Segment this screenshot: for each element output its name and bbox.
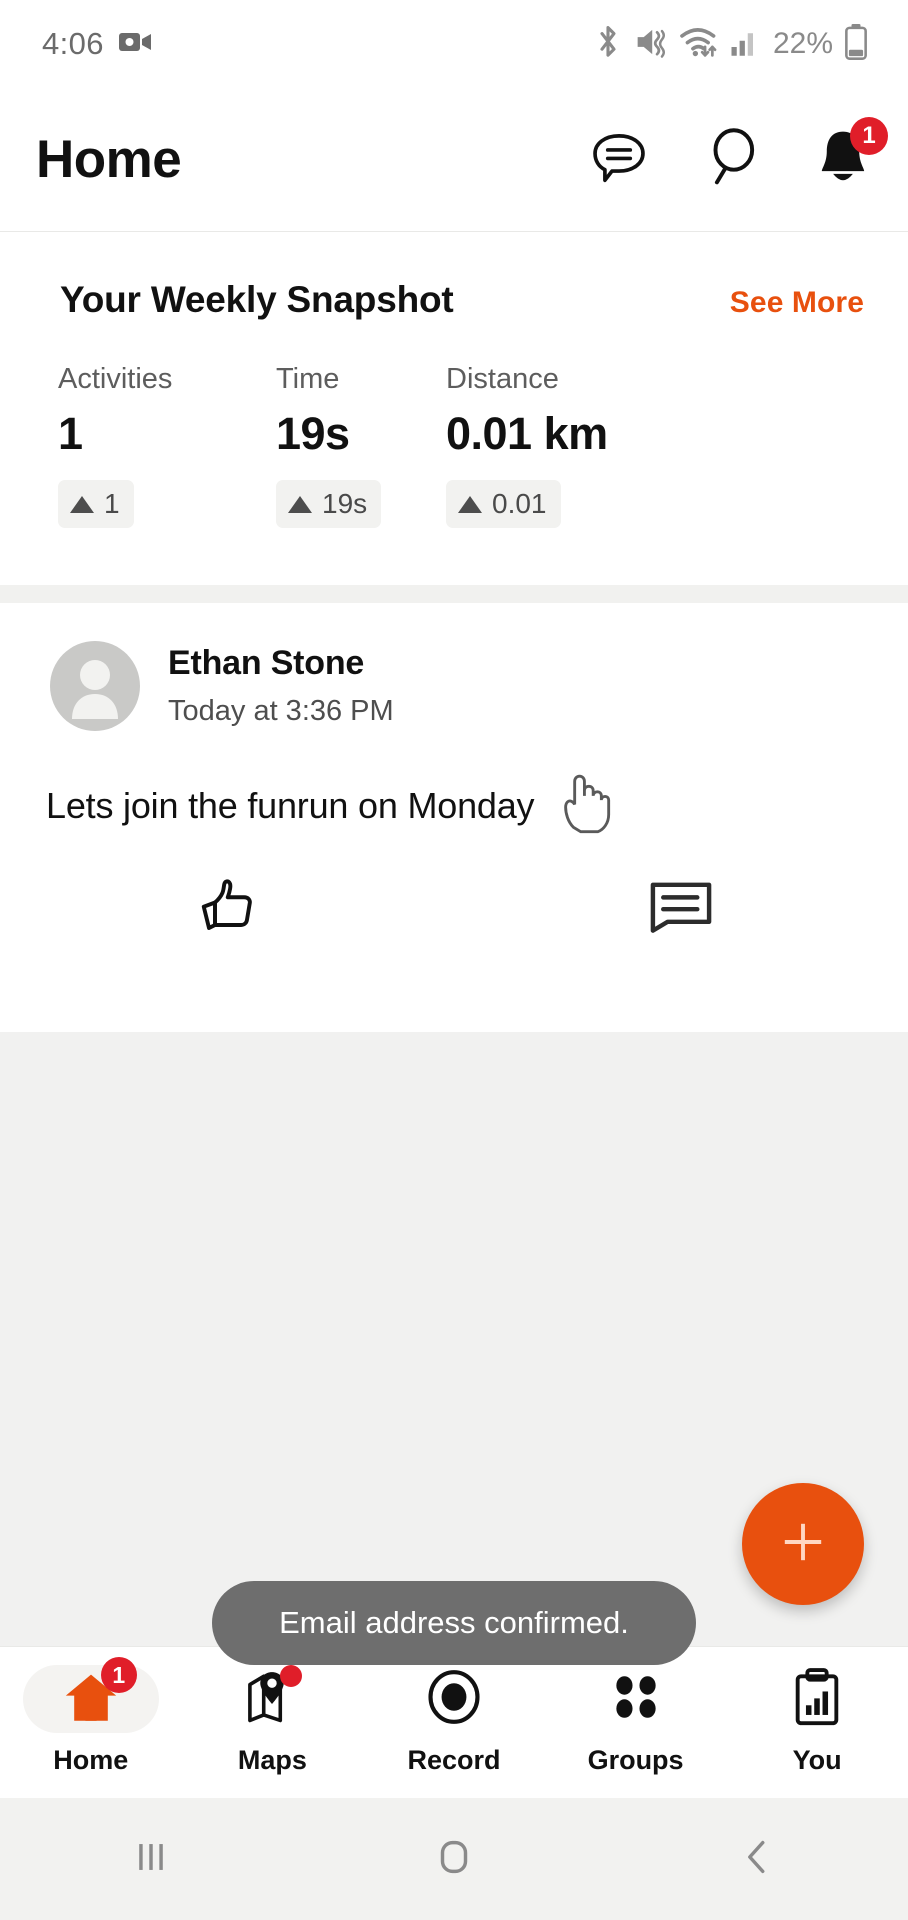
trend-up-icon — [70, 495, 94, 513]
search-button[interactable] — [700, 126, 762, 193]
nav-label: Home — [53, 1745, 129, 1775]
comment-icon — [647, 877, 715, 942]
battery-percent-label: 22% — [772, 27, 833, 60]
section-divider — [0, 585, 908, 603]
nav-label: You — [792, 1745, 842, 1775]
stat-time: Time 19s 19s — [276, 363, 446, 528]
comment-button[interactable] — [454, 867, 908, 951]
stat-value: 19s — [276, 408, 350, 459]
nav-item-maps[interactable]: Maps — [182, 1647, 364, 1776]
stat-delta-value: 1 — [104, 488, 120, 519]
nav-label: Record — [407, 1745, 501, 1775]
back-button[interactable] — [605, 1834, 908, 1885]
toast-message: Email address confirmed. — [212, 1581, 696, 1665]
battery-icon — [844, 23, 868, 65]
nav-icon-container — [749, 1665, 885, 1733]
video-camera-icon — [118, 29, 152, 60]
cellular-signal-icon — [730, 27, 758, 62]
stat-label: Distance — [446, 363, 559, 395]
bottom-navigation: 1 Home Maps Record Groups You — [0, 1646, 908, 1798]
nav-icon-container — [386, 1665, 522, 1733]
post-timestamp: Today at 3:36 PM — [168, 695, 394, 727]
stat-value: 1 — [58, 408, 83, 459]
snapshot-title: Your Weekly Snapshot — [60, 279, 454, 320]
page-title: Home — [36, 130, 182, 189]
see-more-link[interactable]: See More — [730, 286, 864, 320]
stat-activities: Activities 1 1 — [58, 363, 276, 528]
nav-icon-container: 1 — [22, 1657, 159, 1733]
nav-item-record[interactable]: Record — [363, 1647, 545, 1776]
stat-delta-chip: 1 — [58, 480, 134, 528]
header-actions: 1 — [588, 88, 888, 231]
stat-delta-chip: 0.01 — [446, 480, 561, 528]
record-circle-icon — [424, 1668, 484, 1731]
status-bar-clock: 4:06 — [42, 26, 104, 61]
nav-item-groups[interactable]: Groups — [545, 1647, 727, 1776]
bluetooth-icon — [593, 24, 623, 65]
clipboard-chart-icon — [790, 1667, 844, 1731]
stat-value: 0.01 km — [446, 408, 608, 459]
back-chevron-icon — [734, 1834, 780, 1885]
home-button[interactable] — [303, 1834, 606, 1885]
status-bar-left: 4:06 — [42, 26, 152, 62]
post-header: Ethan Stone Today at 3:36 PM — [0, 603, 908, 731]
status-bar-right: 22% — [593, 0, 868, 88]
home-square-icon — [431, 1834, 477, 1885]
stat-delta-value: 19s — [322, 488, 368, 519]
add-activity-fab[interactable] — [742, 1483, 864, 1605]
groups-dots-icon — [607, 1671, 665, 1728]
weekly-snapshot-card: Your Weekly Snapshot See More Activities… — [0, 233, 908, 582]
recents-button[interactable] — [0, 1834, 303, 1885]
wifi-icon — [679, 25, 719, 64]
status-bar: 4:06 22% — [0, 0, 908, 88]
stat-delta-value: 0.01 — [492, 488, 547, 519]
app-header: Home 1 — [0, 88, 908, 232]
nav-item-you[interactable]: You — [726, 1647, 908, 1776]
nav-icon-container — [204, 1665, 340, 1733]
snapshot-header: Your Weekly Snapshot See More — [0, 233, 908, 321]
snapshot-stats: Activities 1 1 Time 19s 19s Distance 0.0… — [0, 363, 908, 528]
avatar[interactable] — [50, 641, 140, 731]
search-icon — [702, 126, 760, 193]
post-body-text: Lets join the funrun on Monday — [46, 785, 535, 826]
stat-label: Time — [276, 363, 340, 395]
nav-label: Groups — [587, 1745, 684, 1775]
trend-up-icon — [458, 495, 482, 513]
phone-screen: 4:06 22% Home 1 Your Weekly Snapshot See… — [0, 0, 908, 1920]
toast-text: Email address confirmed. — [279, 1605, 629, 1640]
post-meta: Ethan Stone Today at 3:36 PM — [168, 644, 394, 728]
notifications-button[interactable]: 1 — [812, 116, 888, 191]
plus-icon — [777, 1516, 829, 1573]
nav-item-home[interactable]: 1 Home — [0, 1647, 182, 1776]
mute-vibrate-icon — [634, 25, 668, 64]
post-actions — [0, 867, 908, 951]
post-author[interactable]: Ethan Stone — [168, 644, 394, 683]
nav-icon-container — [568, 1665, 704, 1733]
chat-button[interactable] — [588, 129, 650, 191]
mouse-cursor-pointer — [556, 770, 614, 841]
stat-distance: Distance 0.01 km 0.01 — [446, 363, 608, 528]
recents-icon — [128, 1834, 174, 1885]
like-button[interactable] — [0, 867, 454, 951]
home-badge: 1 — [100, 1657, 137, 1693]
android-system-nav — [0, 1798, 908, 1920]
notification-badge: 1 — [850, 116, 888, 155]
nav-label: Maps — [237, 1745, 307, 1775]
trend-up-icon — [288, 495, 312, 513]
chat-bubble-icon — [588, 126, 650, 193]
thumbs-up-icon — [191, 874, 263, 945]
stat-label: Activities — [58, 363, 173, 395]
feed-post: Ethan Stone Today at 3:36 PM Lets join t… — [0, 603, 908, 1032]
stat-delta-chip: 19s — [276, 480, 382, 528]
